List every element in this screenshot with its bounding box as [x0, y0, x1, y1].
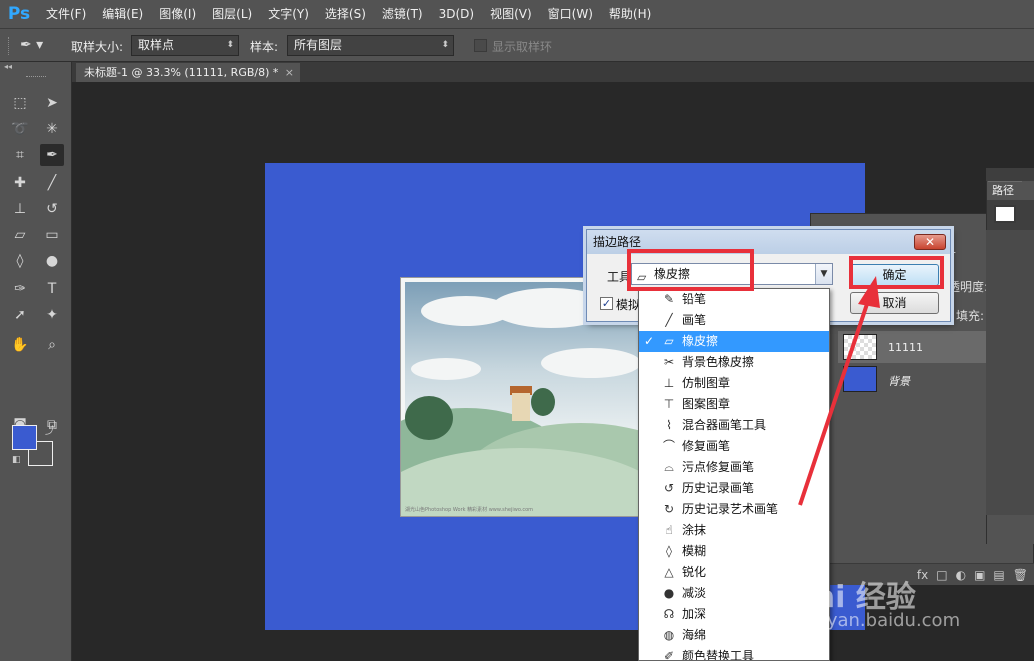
foreground-color-swatch[interactable]	[12, 425, 37, 450]
red-arrow	[798, 276, 880, 506]
photoshop-window: Ps 文件(F) 编辑(E) 图像(I) 图层(L) 文字(Y) 选择(S) 滤…	[0, 0, 1034, 661]
